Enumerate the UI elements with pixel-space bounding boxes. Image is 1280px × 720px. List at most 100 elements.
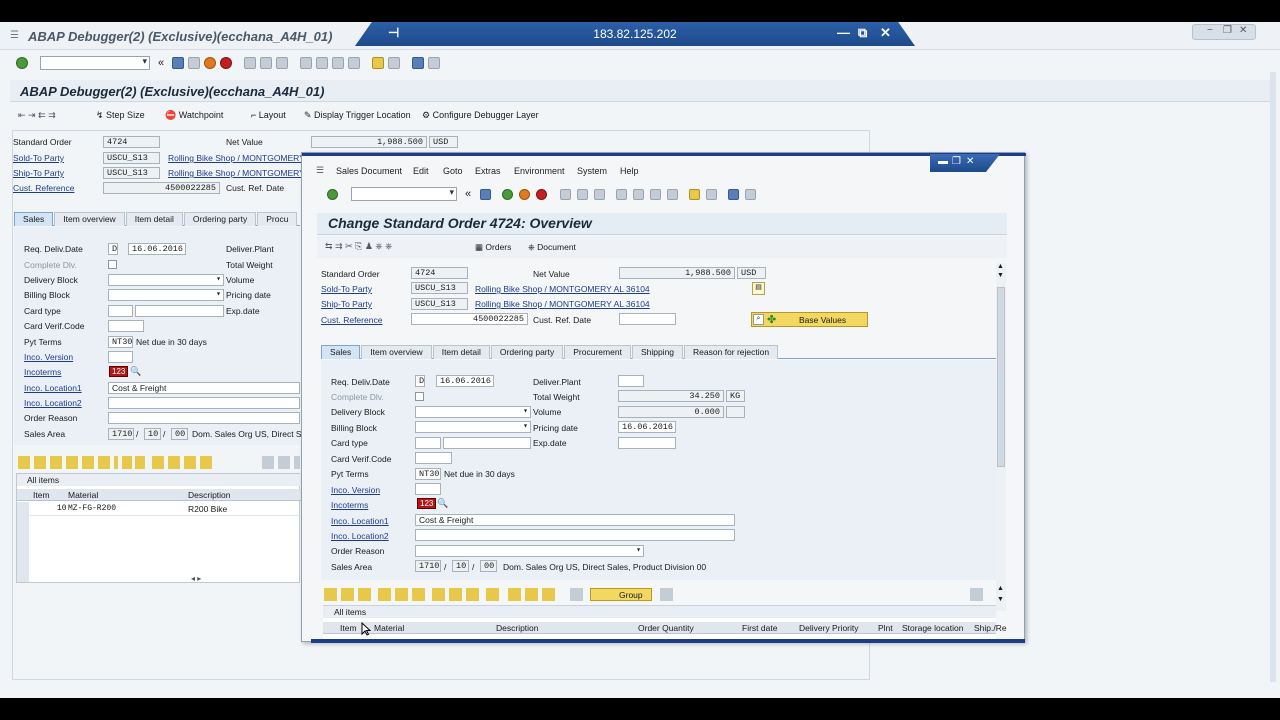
total-weight-field[interactable]: 34.250 bbox=[618, 390, 724, 402]
col-material[interactable]: Material bbox=[374, 623, 404, 633]
bg-sold-to-name[interactable]: Rolling Bike Shop / MONTGOMERY bbox=[168, 153, 305, 163]
win-find-next-icon[interactable] bbox=[594, 188, 606, 200]
col-plant[interactable]: Plnt bbox=[878, 623, 893, 633]
win-prev-page-icon[interactable] bbox=[633, 188, 645, 200]
menu-system[interactable]: System bbox=[577, 166, 607, 176]
ship-to-label[interactable]: Ship-To Party bbox=[321, 299, 372, 309]
win-back-icon[interactable] bbox=[502, 188, 514, 200]
bg-currency-field[interactable]: USD bbox=[429, 136, 458, 148]
bg-row-selectors[interactable] bbox=[17, 502, 29, 582]
inco-version-label[interactable]: Inco. Version bbox=[331, 485, 380, 495]
bg-inco-version-field[interactable] bbox=[108, 351, 133, 363]
bg-cust-ref-field[interactable]: 4500022285 bbox=[103, 182, 220, 194]
bg-col-item[interactable]: Item bbox=[33, 490, 50, 500]
col-item[interactable]: Item bbox=[340, 623, 357, 633]
win-cancel-icon[interactable] bbox=[536, 188, 548, 200]
new-session-icon[interactable] bbox=[372, 57, 385, 69]
col-storage-location[interactable]: Storage location bbox=[902, 623, 963, 633]
remote-restore-icon[interactable]: ⧉ bbox=[858, 25, 867, 41]
win-save-icon[interactable] bbox=[480, 188, 492, 200]
col-first-date[interactable]: First date bbox=[742, 623, 777, 633]
bg-tab-procurement[interactable]: Procu bbox=[257, 212, 298, 226]
bg-inco-loc1-field[interactable]: Cost & Freight bbox=[108, 382, 300, 394]
bg-division-field[interactable]: 00 bbox=[171, 428, 188, 440]
table-row[interactable]: 10 MZ-FG-R200 R200 Bike bbox=[17, 502, 301, 516]
win-last-page-icon[interactable] bbox=[667, 188, 679, 200]
standard-order-field[interactable]: 4724 bbox=[411, 267, 468, 279]
last-page-icon[interactable] bbox=[348, 57, 361, 69]
col-ship-re[interactable]: Ship./Re bbox=[974, 623, 1007, 633]
win-layout-icon[interactable] bbox=[745, 188, 757, 200]
scroll-up-icon[interactable]: ▲ bbox=[997, 263, 1004, 270]
win-shortcut-icon[interactable] bbox=[706, 188, 718, 200]
enter-icon[interactable] bbox=[16, 57, 28, 69]
back-icon[interactable] bbox=[188, 57, 201, 69]
scroll-down-icon[interactable]: ▼ bbox=[997, 272, 1004, 279]
background-scrollbar[interactable] bbox=[1270, 72, 1276, 682]
sales-org-field[interactable]: 1710 bbox=[415, 560, 441, 572]
req-deliv-type[interactable]: D bbox=[415, 375, 425, 387]
delivery-block-select[interactable] bbox=[415, 406, 531, 418]
win-first-page-icon[interactable] bbox=[616, 188, 628, 200]
cancel-icon[interactable] bbox=[220, 57, 233, 69]
table-settings-icon[interactable] bbox=[970, 588, 983, 601]
cust-ref-date-field[interactable] bbox=[619, 313, 676, 325]
bg-items-toolbar-icons[interactable] bbox=[18, 456, 118, 469]
menu-goto[interactable]: Goto bbox=[443, 166, 463, 176]
save-icon[interactable] bbox=[172, 57, 185, 69]
items-toolbar-icons-4[interactable] bbox=[486, 588, 499, 601]
bg-pyt-terms-field[interactable]: NT30 bbox=[108, 336, 133, 348]
layout-button[interactable]: ⌐ Layout bbox=[251, 110, 286, 120]
remote-close-icon[interactable]: ✕ bbox=[880, 25, 891, 41]
win-app-toolbar-icons[interactable]: ⇆ ⇉ ✂ ⎘ ♟ ⎈ ⎈ bbox=[325, 241, 392, 252]
pyt-terms-field[interactable]: NT30 bbox=[415, 468, 441, 480]
bg-ship-to-field[interactable]: USCU_S13 bbox=[103, 167, 160, 179]
bg-horizontal-scroll-icons[interactable]: ◂ ▸ bbox=[191, 574, 201, 583]
step-size-button[interactable]: ↯ Step Size bbox=[96, 110, 145, 121]
items-toolbar-icons-6[interactable] bbox=[570, 588, 583, 601]
win-exit-icon[interactable] bbox=[519, 188, 531, 200]
inco-version-field[interactable] bbox=[415, 483, 441, 495]
tab-reason-for-rejection[interactable]: Reason for rejection bbox=[684, 345, 779, 359]
win-minimize-icon[interactable]: ▬ bbox=[938, 156, 948, 167]
bg-order-reason-field[interactable] bbox=[108, 412, 300, 424]
bg-items-toolbar-icons-2[interactable] bbox=[122, 456, 146, 469]
win-close-icon[interactable]: ✕ bbox=[966, 156, 974, 167]
bg-card-number-field[interactable] bbox=[135, 305, 224, 317]
bg-inco-loc2-label[interactable]: Inco. Location2 bbox=[24, 398, 82, 408]
first-page-icon[interactable] bbox=[300, 57, 313, 69]
tab-procurement[interactable]: Procurement bbox=[564, 345, 631, 359]
col-order-quantity[interactable]: Order Quantity bbox=[638, 623, 694, 633]
bg-incoterms-search-icon[interactable]: 🔍 bbox=[130, 366, 141, 377]
items-toolbar-icons-3[interactable] bbox=[432, 588, 480, 601]
shortcut-icon[interactable] bbox=[388, 57, 401, 69]
scroll-thumb[interactable] bbox=[997, 287, 1005, 467]
next-page-icon[interactable] bbox=[332, 57, 345, 69]
tab-ordering-party[interactable]: Ordering party bbox=[490, 345, 564, 359]
document-button[interactable]: ⎈ Document bbox=[528, 242, 576, 253]
find-icon[interactable] bbox=[260, 57, 273, 69]
bg-cust-ref-label[interactable]: Cust. Reference bbox=[13, 183, 74, 193]
bg-items-toolbar-icons-4[interactable] bbox=[262, 456, 300, 469]
items-toolbar-icons-5[interactable] bbox=[508, 588, 556, 601]
bg-items-toolbar-icons-3[interactable] bbox=[152, 456, 212, 469]
bg-card-verif-field[interactable] bbox=[108, 320, 144, 332]
find-next-icon[interactable] bbox=[276, 57, 289, 69]
bg-inco-loc2-field[interactable] bbox=[108, 397, 300, 409]
win-menu-icon[interactable]: ☰ bbox=[316, 165, 324, 176]
bg-col-material[interactable]: Material bbox=[68, 490, 98, 500]
tab-shipping[interactable]: Shipping bbox=[631, 345, 684, 359]
bg-billing-block-select[interactable] bbox=[108, 289, 224, 301]
req-deliv-date[interactable]: 16.06.2016 bbox=[436, 375, 494, 387]
debugger-step-icons[interactable]: ⇤ ⇥ ⇇ ⇉ bbox=[18, 110, 56, 121]
close-icon[interactable]: ✕ bbox=[1239, 25, 1247, 36]
win-help-icon[interactable] bbox=[728, 188, 740, 200]
win-find-icon[interactable] bbox=[577, 188, 589, 200]
configure-layer-button[interactable]: ⚙ Configure Debugger Layer bbox=[422, 110, 539, 121]
ship-to-field[interactable]: USCU_S13 bbox=[411, 298, 468, 310]
complete-dlv-checkbox[interactable] bbox=[415, 392, 424, 401]
deliver-plant-field[interactable] bbox=[618, 375, 644, 387]
ship-to-name[interactable]: Rolling Bike Shop / MONTGOMERY AL 36104 bbox=[475, 299, 650, 309]
bg-incoterms-label[interactable]: Incoterms bbox=[24, 367, 61, 377]
win-next-page-icon[interactable] bbox=[650, 188, 662, 200]
